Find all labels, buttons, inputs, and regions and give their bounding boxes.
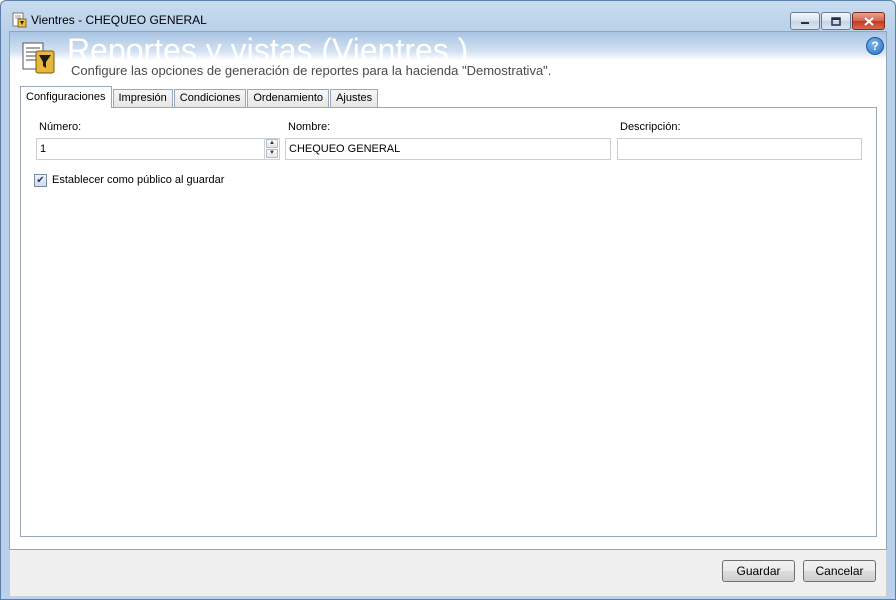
public-checkbox-label[interactable]: Establecer como público al guardar [52,174,224,186]
page-title: Reportes y vistas (Vientres ) [67,32,469,60]
tab-condiciones[interactable]: Condiciones [173,89,247,107]
nombre-value: CHEQUEO GENERAL [289,143,401,155]
numero-label: Número: [39,121,82,133]
numero-value: 1 [40,143,47,155]
minimize-button[interactable] [790,12,820,30]
maximize-button[interactable] [821,12,851,30]
window-title: Vientres - CHEQUEO GENERAL [31,13,207,27]
maximize-icon [831,16,841,26]
close-icon [863,16,874,26]
tab-ordenamiento[interactable]: Ordenamiento [247,89,330,107]
report-filter-icon [22,42,55,74]
title-bar[interactable]: Vientres - CHEQUEO GENERAL [1,1,895,31]
cancel-button[interactable]: Cancelar [803,560,876,582]
dialog-footer: Guardar Cancelar [9,550,887,597]
checkmark-icon: ✔ [36,175,45,186]
nombre-label: Nombre: [288,121,331,133]
nombre-input[interactable]: CHEQUEO GENERAL [285,138,611,160]
descripcion-input[interactable] [617,138,862,160]
descripcion-label: Descripción: [620,121,681,133]
tab-configuraciones[interactable]: Configuraciones [20,86,112,108]
tab-strip: Configuraciones Impresión Condiciones Or… [20,86,379,108]
numero-stepper[interactable]: ▲ ▼ [264,139,279,159]
tab-impresion[interactable]: Impresión [112,89,173,107]
public-checkbox[interactable]: ✔ [34,174,47,187]
minimize-icon [801,22,809,24]
help-icon[interactable]: ? [866,37,884,55]
chevron-down-icon[interactable]: ▼ [266,149,278,158]
page-subtitle: Configure las opciones de generación de … [71,63,552,78]
app-icon [12,12,27,28]
numero-input[interactable]: 1 [36,138,280,160]
app-window: Vientres - CHEQUEO GENERAL Reportes y vi… [0,0,896,600]
chevron-up-icon[interactable]: ▲ [266,139,278,148]
save-button[interactable]: Guardar [722,560,795,582]
dialog-body: Reportes y vistas (Vientres ) ? Configur… [9,31,887,550]
tab-panel-configuraciones: Número: 1 ▲ ▼ Nombre: CHEQUEO GENERAL De… [20,107,877,537]
tab-ajustes[interactable]: Ajustes [330,89,379,107]
close-button[interactable] [852,12,885,30]
